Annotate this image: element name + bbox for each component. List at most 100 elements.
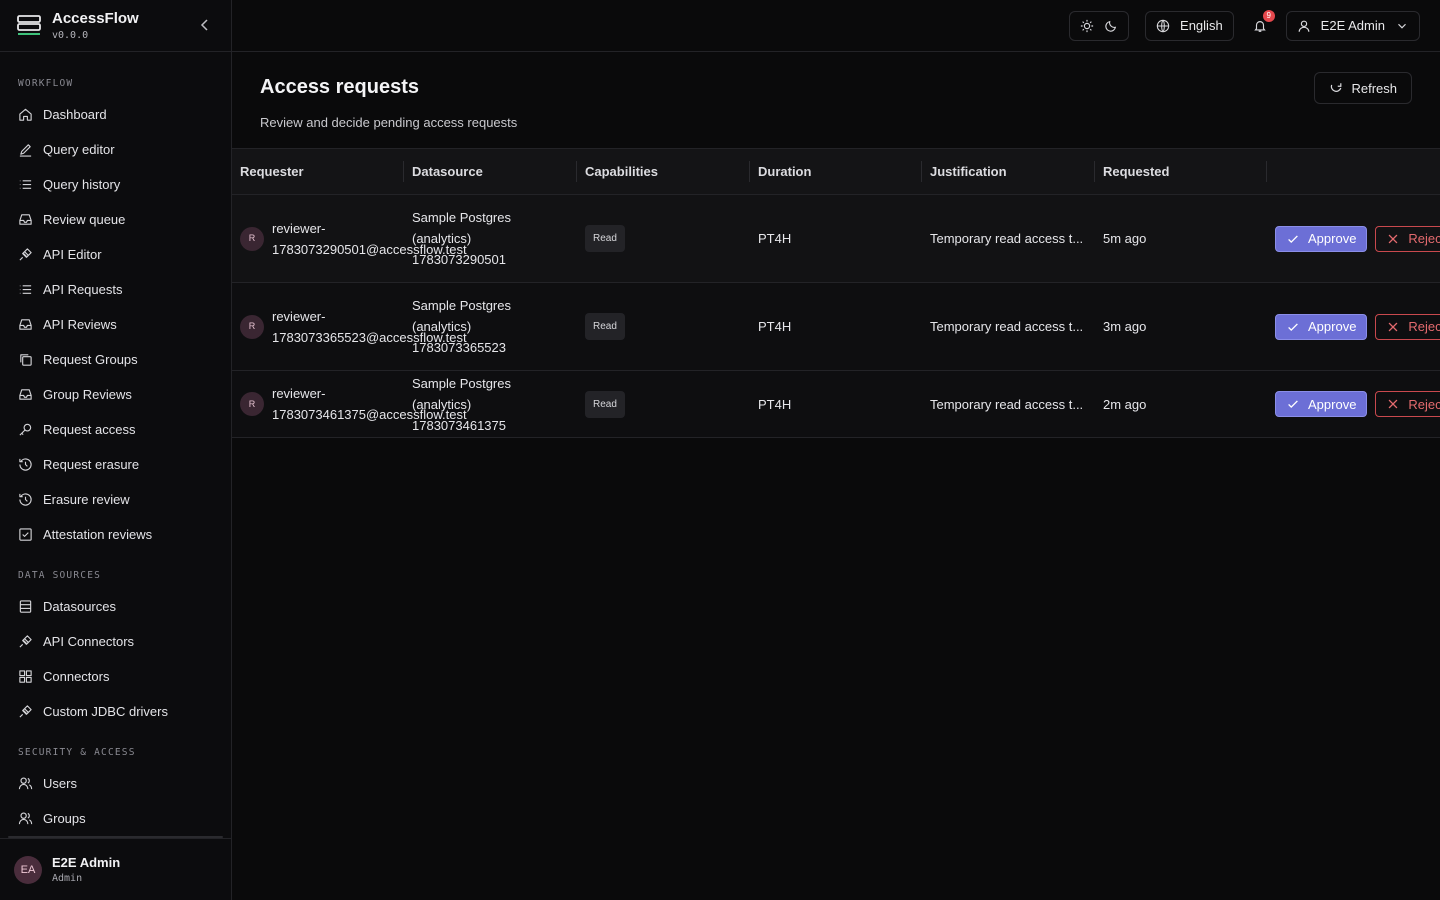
sidebar-item-review-queue[interactable]: Review queue — [0, 202, 231, 237]
notifications-button[interactable]: 9 — [1250, 9, 1275, 36]
requested-cell: 5m ago — [1103, 231, 1147, 246]
column-header: Justification — [922, 149, 1095, 195]
sidebar-item-erasure-review[interactable]: Erasure review — [0, 482, 231, 517]
sidebar-item-query-editor[interactable]: Query editor — [0, 132, 231, 167]
approve-label: Approve — [1308, 231, 1357, 246]
user-menu[interactable]: E2E Admin — [1285, 10, 1420, 41]
sidebar-item-label: API Reviews — [43, 317, 117, 332]
reject-button[interactable]: Reject — [1375, 313, 1440, 340]
capability-badge: Read — [585, 225, 625, 252]
language-select[interactable]: English — [1145, 10, 1234, 41]
list-icon — [19, 285, 32, 294]
column-header: Datasource — [404, 149, 577, 195]
sidebar-item-label: Datasources — [43, 599, 116, 614]
sidebar-item-request-groups[interactable]: Request Groups — [0, 342, 231, 377]
refresh-button[interactable]: Refresh — [1314, 72, 1412, 104]
page-title: Access requests — [260, 76, 419, 98]
pencil-icon — [19, 144, 32, 157]
close-icon — [1388, 234, 1398, 243]
table-row: R reviewer- 1783073461375@accessflow.test… — [232, 370, 1440, 438]
checkbox-icon — [19, 528, 32, 541]
datasource-cell: Sample Postgres (analytics) 178307329050… — [404, 195, 577, 283]
sidebar-item-groups[interactable]: Groups — [0, 801, 231, 836]
globe-icon — [1156, 19, 1170, 32]
topbar: English 9 E2E Admin — [232, 0, 1440, 52]
sidebar-item-label: Group Reviews — [43, 387, 132, 402]
datasource-name: Sample Postgres (analytics) 178307346137… — [412, 375, 511, 433]
sidebar-item-request-access[interactable]: Request access — [0, 412, 231, 447]
sidebar: AccessFlow v0.0.0 WORKFLOW Dashboard Query… — [0, 0, 232, 900]
sidebar-item-label: Groups — [43, 811, 86, 826]
sidebar-item-users[interactable]: Users — [0, 766, 231, 801]
sidebar-item-label: Query editor — [43, 142, 115, 157]
sidebar-item-api-requests[interactable]: API Requests — [0, 272, 231, 307]
approve-label: Approve — [1308, 319, 1357, 334]
notification-count: 9 — [1262, 9, 1275, 22]
reject-button[interactable]: Reject — [1375, 225, 1440, 252]
sun-icon[interactable] — [1080, 19, 1094, 33]
sidebar-item-attestation-reviews[interactable]: Attestation reviews — [0, 517, 231, 552]
justification-cell: Temporary read access t... — [930, 396, 1084, 412]
duration-cell: PT4H — [758, 231, 792, 246]
sidebar-item-query-history[interactable]: Query history — [0, 167, 231, 202]
datasource-cell: Sample Postgres (analytics) 178307346137… — [404, 371, 577, 438]
users-icon — [18, 812, 33, 825]
moon-icon[interactable] — [1104, 19, 1118, 33]
sidebar-item-label: Connectors — [43, 669, 110, 684]
refresh-label: Refresh — [1351, 80, 1397, 96]
requester-name: reviewer- — [272, 308, 326, 324]
sidebar-item-custom-jdbc-drivers[interactable]: Custom JDBC drivers — [0, 694, 231, 729]
page-subtitle: Review and decide pending access request… — [260, 115, 518, 130]
capabilities-cell: Read — [577, 195, 750, 283]
inbox-icon — [19, 214, 32, 225]
close-icon — [1388, 399, 1398, 409]
nav-section-title: DATA SOURCES — [18, 570, 102, 581]
requester-name: reviewer- — [272, 220, 326, 236]
main-content: English 9 E2E Admin Access requests Revi… — [232, 0, 1440, 900]
user-profile[interactable]: EA E2E Admin Admin — [0, 836, 231, 900]
nav-section-title: WORKFLOW — [18, 78, 74, 89]
capability-badge: Read — [585, 313, 625, 340]
check-icon — [1288, 400, 1298, 409]
actions-cell: Approve Reject — [1267, 195, 1440, 283]
sidebar-item-api-reviews[interactable]: API Reviews — [0, 307, 231, 342]
datasource-cell: Sample Postgres (analytics) 178307336552… — [404, 283, 577, 371]
approve-button[interactable]: Approve — [1275, 225, 1368, 252]
footer-user-role: Admin — [52, 873, 83, 884]
column-header: Requester — [232, 149, 404, 195]
sidebar-item-connectors[interactable]: Connectors — [0, 659, 231, 694]
sidebar-item-label: Query history — [43, 177, 121, 192]
access-requests-table: Requester Datasource Capabilities Duration J… — [232, 148, 1440, 438]
sidebar-item-group-reviews[interactable]: Group Reviews — [0, 377, 231, 412]
approve-button[interactable]: Approve — [1275, 313, 1368, 340]
check-icon — [1288, 322, 1298, 331]
sidebar-item-label: Attestation reviews — [43, 527, 153, 542]
reject-label: Reject — [1408, 396, 1440, 412]
datasource-name: Sample Postgres (analytics) 178307336552… — [412, 298, 511, 355]
check-icon — [1288, 234, 1298, 243]
chevron-left-icon[interactable] — [197, 17, 213, 33]
column-header — [1267, 149, 1440, 195]
justification-cell: Temporary read access t... — [930, 231, 1084, 246]
sidebar-item-api-editor[interactable]: API Editor — [0, 237, 231, 272]
column-header: Requested — [1095, 149, 1267, 195]
sidebar-item-request-erasure[interactable]: Request erasure — [0, 447, 231, 482]
logo-icon — [17, 14, 41, 35]
sidebar-item-api-connectors[interactable]: API Connectors — [0, 624, 231, 659]
sidebar-item-dashboard[interactable]: Dashboard — [0, 97, 231, 132]
avatar: EA — [14, 855, 42, 884]
refresh-icon — [1331, 83, 1342, 92]
home-icon — [19, 108, 32, 121]
nav-section-title: SECURITY & ACCESS — [18, 747, 136, 758]
requester-email: 1783073461375@accessflow.test — [272, 407, 467, 422]
history-icon — [19, 458, 32, 471]
plug-icon — [19, 635, 32, 648]
requester-cell: R reviewer- 1783073365523@accessflow.test — [232, 283, 467, 371]
requester-email: 1783073365523@accessflow.test — [272, 329, 467, 345]
list-icon — [19, 180, 32, 189]
theme-toggle[interactable] — [1069, 10, 1130, 41]
reject-button[interactable]: Reject — [1375, 391, 1440, 417]
sidebar-item-datasources[interactable]: Datasources — [0, 589, 231, 624]
approve-button[interactable]: Approve — [1275, 391, 1368, 417]
sidebar-item-label: Users — [43, 776, 77, 791]
